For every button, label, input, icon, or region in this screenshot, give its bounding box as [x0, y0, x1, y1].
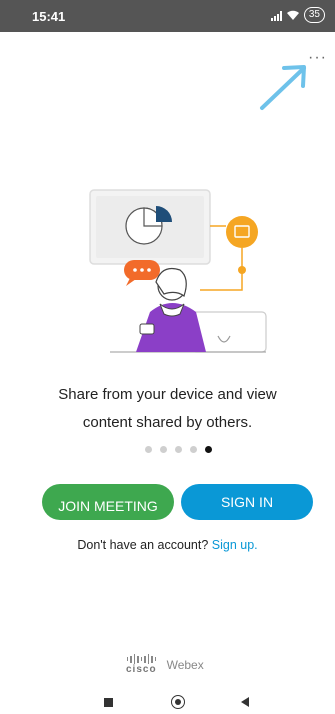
status-bar: 15:41 35 [0, 0, 335, 32]
cisco-logo: cisco [126, 654, 157, 675]
join-meeting-button[interactable]: JOIN MEETING [42, 484, 174, 520]
signup-row: Don't have an account? Sign up. [0, 538, 335, 552]
status-icons: 35 [270, 7, 325, 23]
page-indicator [145, 446, 212, 453]
battery-icon: 35 [303, 7, 325, 23]
recent-apps-icon[interactable] [104, 698, 113, 707]
page-dot[interactable] [190, 446, 197, 453]
sign-in-button[interactable]: SIGN IN [181, 484, 313, 520]
signal-icon [270, 9, 282, 21]
page-dot[interactable] [175, 446, 182, 453]
page-dot[interactable] [160, 446, 167, 453]
back-icon[interactable] [241, 697, 249, 707]
tagline-line-2: content shared by others. [82, 414, 253, 431]
status-time: 15:41 [32, 9, 66, 24]
cisco-wordmark: cisco [126, 664, 157, 675]
page-dot[interactable] [145, 446, 152, 453]
wifi-icon [286, 10, 299, 20]
page-dot-active[interactable] [205, 446, 212, 453]
signup-link[interactable]: Sign up. [212, 538, 258, 552]
webex-wordmark: Webex [166, 657, 204, 672]
system-nav-bar [0, 690, 335, 714]
home-icon[interactable] [171, 695, 185, 709]
arrow-annotation-icon [260, 65, 306, 110]
share-illustration [89, 189, 267, 353]
signup-prompt: Don't have an account? [77, 538, 209, 552]
brand-footer: cisco Webex [126, 654, 204, 675]
